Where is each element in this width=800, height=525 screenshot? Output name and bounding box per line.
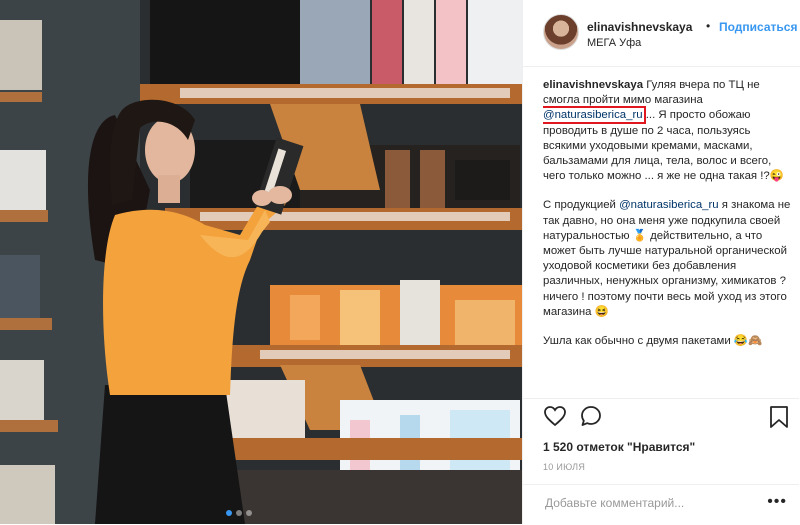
store-shelves-photo <box>0 0 522 524</box>
likes-count[interactable]: 1 520 отметок "Нравится" <box>543 440 695 454</box>
post-caption: elinavishnevskaya Гуляя вчера по ТЦ не с… <box>543 78 795 396</box>
divider <box>523 398 799 399</box>
caption-text: я знакома не так давно, но она меня уже … <box>543 199 791 318</box>
caption-text: С продукцией <box>543 199 620 212</box>
top-shelf-products <box>140 0 522 104</box>
post-actions <box>543 404 603 428</box>
caption-paragraph: С продукцией @naturasiberica_ru я знаком… <box>543 198 795 320</box>
more-options-icon[interactable]: ••• <box>767 493 787 511</box>
separator-dot: • <box>706 19 711 33</box>
caption-paragraph: elinavishnevskaya Гуляя вчера по ТЦ не с… <box>543 78 795 184</box>
caption-text: Ушла как обычно с двумя пакетами 😂🙈 <box>543 335 763 348</box>
post-header: elinavishnevskaya • Подписаться МЕГА Уфа <box>523 0 800 67</box>
post-date[interactable]: 10 ИЮЛЯ <box>543 462 585 472</box>
comment-box: ••• <box>523 484 799 525</box>
mention-link-highlighted[interactable]: @naturasiberica_ru <box>543 106 646 125</box>
avatar[interactable] <box>543 14 579 50</box>
post-sidebar: elinavishnevskaya • Подписаться МЕГА Уфа… <box>522 0 800 524</box>
caption-paragraph: Ушла как обычно с двумя пакетами 😂🙈 <box>543 334 795 349</box>
caption-username[interactable]: elinavishnevskaya <box>543 79 643 91</box>
carousel-dots <box>226 510 252 516</box>
post-username[interactable]: elinavishnevskaya <box>587 20 692 34</box>
bottom-shelf-products <box>215 380 522 524</box>
bookmark-icon[interactable] <box>768 405 790 429</box>
comment-input[interactable] <box>543 495 767 511</box>
post-photo[interactable] <box>0 0 522 524</box>
heart-icon[interactable] <box>543 404 567 428</box>
carousel-dot <box>226 510 232 516</box>
carousel-dot <box>246 510 252 516</box>
comment-bubble-icon[interactable] <box>579 404 603 428</box>
post-location[interactable]: МЕГА Уфа <box>587 37 641 49</box>
carousel-dot <box>236 510 242 516</box>
follow-button[interactable]: Подписаться <box>719 20 797 34</box>
mention-link[interactable]: @naturasiberica_ru <box>619 199 719 211</box>
